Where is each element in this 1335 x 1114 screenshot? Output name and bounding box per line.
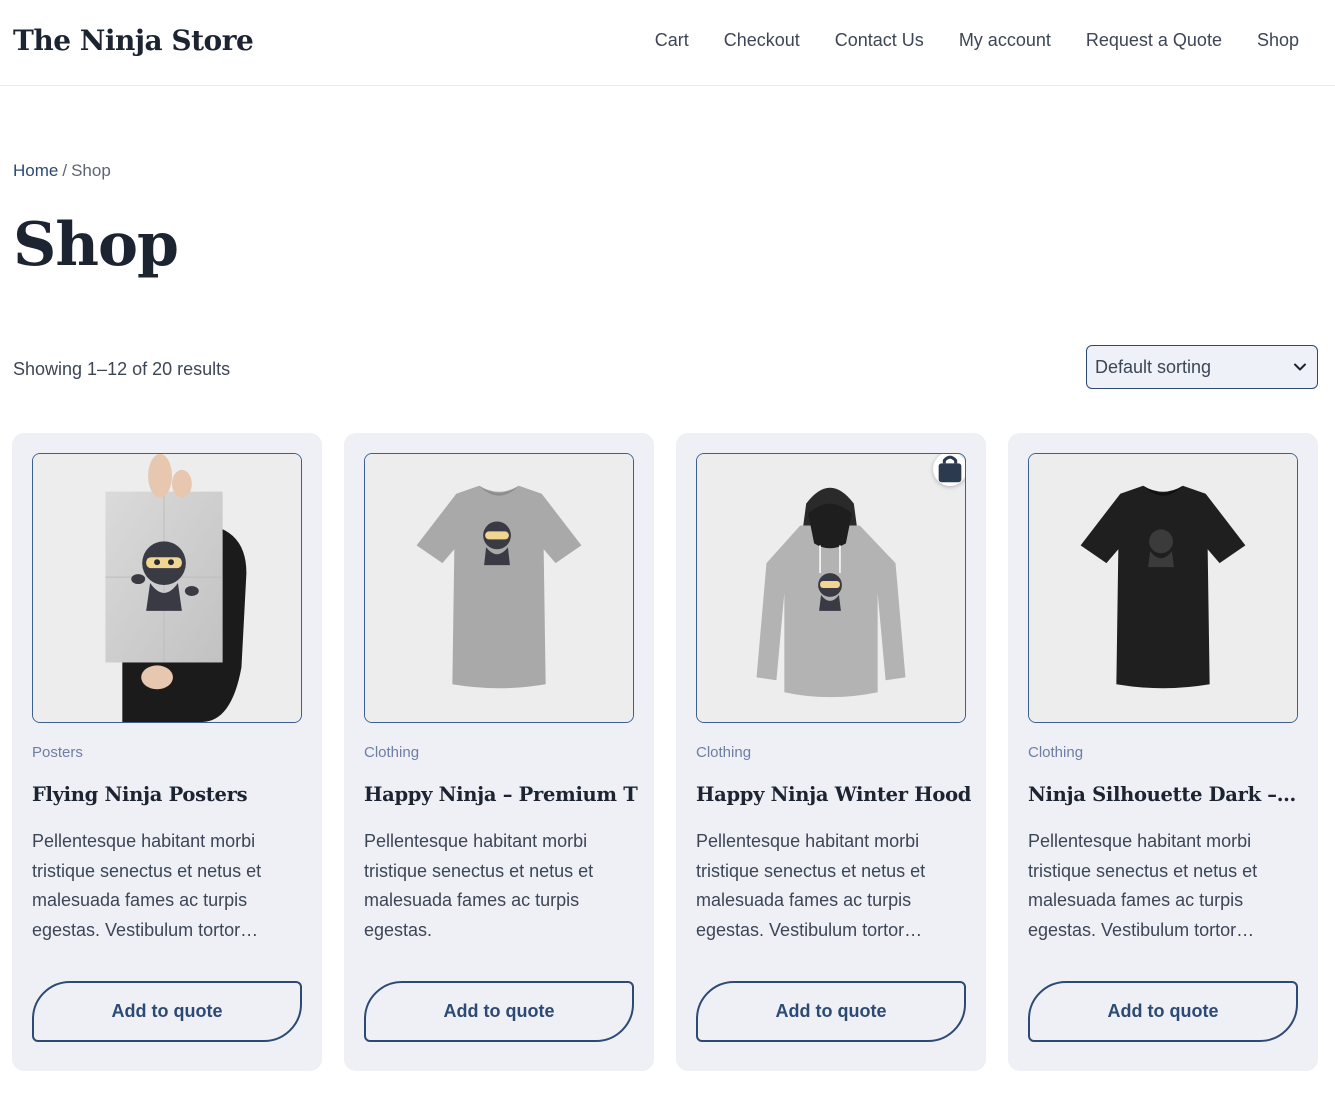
tshirt-grey-image <box>365 454 633 722</box>
breadcrumb-separator: / <box>62 161 68 180</box>
nav-my-account[interactable]: My account <box>959 30 1051 51</box>
product-description: Pellentesque habitant morbi tristique se… <box>1028 831 1258 940</box>
add-to-quote-button[interactable]: Add to quote <box>1028 981 1298 1042</box>
tshirt-dark-image <box>1029 454 1297 722</box>
main-nav: Cart Checkout Contact Us My account Requ… <box>655 30 1299 51</box>
chevron-down-icon <box>1294 363 1306 371</box>
shopping-bag-icon <box>938 455 962 483</box>
product-image[interactable] <box>32 453 302 723</box>
product-description: Pellentesque habitant morbi tristique se… <box>696 831 926 940</box>
product-title[interactable]: Ninja Silhouette Dark –… <box>1028 783 1303 806</box>
product-category[interactable]: Clothing <box>696 744 751 761</box>
product-description: Pellentesque habitant morbi tristique se… <box>32 831 262 940</box>
product-title[interactable]: Happy Ninja – Premium T… <box>364 783 639 806</box>
sort-select-value: Default sorting <box>1095 356 1212 377</box>
nav-checkout[interactable]: Checkout <box>724 30 800 51</box>
breadcrumb-current: Shop <box>71 161 111 180</box>
site-brand[interactable]: The Ninja Store <box>13 24 254 57</box>
breadcrumb: Home / Shop <box>13 161 111 181</box>
product-title[interactable]: Happy Ninja Winter Hoodies <box>696 783 971 806</box>
result-count: Showing 1–12 of 20 results <box>13 359 231 379</box>
nav-request-a-quote[interactable]: Request a Quote <box>1086 30 1222 51</box>
product-card: Posters Flying Ninja Posters Pellentesqu… <box>12 433 322 1071</box>
product-category[interactable]: Clothing <box>1028 744 1083 761</box>
sort-select[interactable]: Default sorting <box>1086 345 1318 389</box>
add-to-quote-button[interactable]: Add to quote <box>364 981 634 1042</box>
nav-contact-us[interactable]: Contact Us <box>835 30 924 51</box>
poster-image <box>33 454 301 722</box>
breadcrumb-home[interactable]: Home <box>13 161 58 180</box>
product-category[interactable]: Posters <box>32 744 83 761</box>
add-to-quote-button[interactable]: Add to quote <box>32 981 302 1042</box>
hoodie-image <box>697 454 965 722</box>
product-image[interactable] <box>696 453 966 723</box>
product-card: Clothing Happy Ninja – Premium T… Pellen… <box>344 433 654 1071</box>
shopping-bag-badge[interactable] <box>933 454 965 486</box>
product-description: Pellentesque habitant morbi tristique se… <box>364 831 594 940</box>
product-card: Clothing Happy Ninja Winter Hoodies Pell… <box>676 433 986 1071</box>
product-category[interactable]: Clothing <box>364 744 419 761</box>
product-card: Clothing Ninja Silhouette Dark –… Pellen… <box>1008 433 1318 1071</box>
product-image[interactable] <box>364 453 634 723</box>
nav-shop[interactable]: Shop <box>1257 30 1299 51</box>
add-to-quote-button[interactable]: Add to quote <box>696 981 966 1042</box>
product-title[interactable]: Flying Ninja Posters <box>32 783 307 806</box>
product-image[interactable] <box>1028 453 1298 723</box>
page-title: Shop <box>13 210 179 280</box>
site-header: The Ninja Store Cart Checkout Contact Us… <box>0 0 1335 86</box>
nav-cart[interactable]: Cart <box>655 30 689 51</box>
